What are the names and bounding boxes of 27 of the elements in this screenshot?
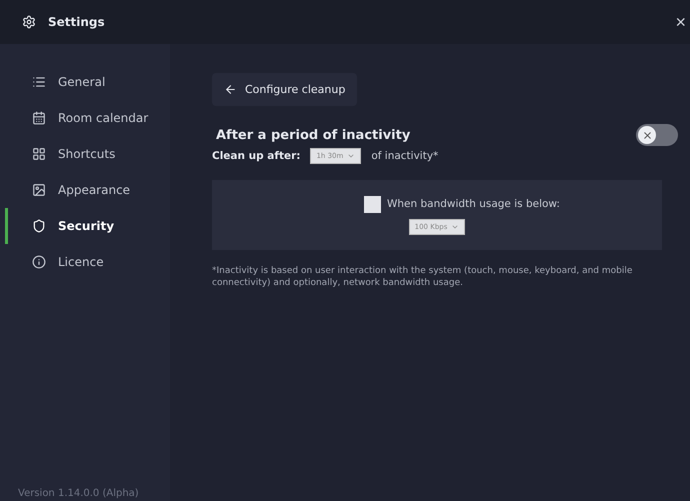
footnote: *Inactivity is based on user interaction with the system (touch, mouse, keyboard, and mobile connectivity) and optionally, network bandwidth usage.: [212, 266, 634, 290]
info-icon: [32, 255, 46, 269]
checkbox[interactable]: [364, 196, 382, 212]
back-button[interactable]: Configure cleanup: [212, 73, 358, 106]
arrow-left-icon: [224, 83, 237, 96]
clean-up-label: Clean up after:: [212, 150, 300, 162]
sidebar-item[interactable]: Security: [5, 208, 170, 244]
grid-icon: [32, 147, 46, 161]
inactivity-label: of inactivity*: [371, 150, 438, 162]
section-title: After a period of inactivity: [216, 128, 410, 142]
sidebar-item[interactable]: Room calendar: [5, 100, 170, 136]
close-button[interactable]: ×: [675, 12, 690, 32]
image-icon: [32, 183, 46, 197]
bandwidth-label: When bandwidth usage is below:: [387, 198, 560, 210]
sidebar-item[interactable]: Shortcuts: [5, 136, 170, 172]
toggle-switch[interactable]: [636, 124, 678, 146]
window-title: Settings: [48, 15, 106, 29]
calendar-icon: [32, 111, 46, 125]
cross-icon: [642, 130, 652, 140]
chevron-down-icon: [347, 152, 356, 160]
sidebar-item[interactable]: General: [5, 64, 170, 100]
version-label: Version 1.14.0.0 (Alpha): [17, 488, 140, 501]
settings-icon: [22, 15, 36, 29]
sidebar-item[interactable]: Appearance: [5, 172, 170, 208]
sidebar-item[interactable]: Licence: [5, 244, 170, 280]
shield-icon: [32, 219, 46, 233]
list-icon: [32, 75, 46, 89]
